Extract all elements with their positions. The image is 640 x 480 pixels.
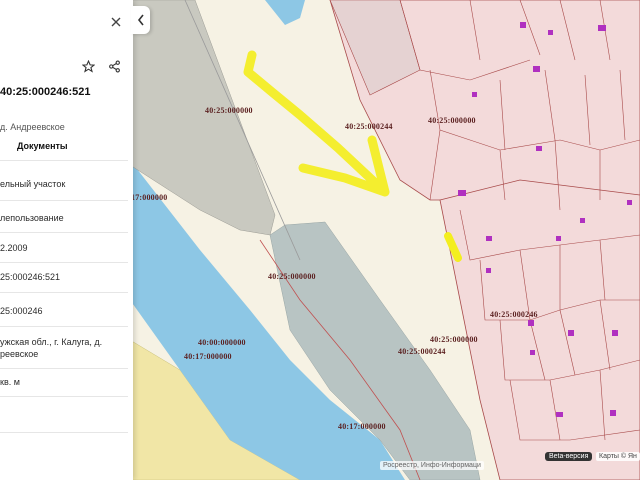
divider: [0, 432, 128, 433]
cad-label: 40:25:000000: [430, 335, 478, 344]
value-date: 2.2009: [0, 243, 28, 253]
value-usage: лепользование: [0, 213, 64, 223]
cad-label: 40:25:000000: [205, 106, 253, 115]
value-quarter: 25:000246: [0, 306, 43, 316]
divider: [0, 160, 128, 161]
star-icon[interactable]: [80, 58, 96, 74]
value-cad-number: 25:000246:521: [0, 272, 61, 282]
divider: [0, 292, 128, 293]
value-area: кв. м: [0, 377, 20, 387]
divider: [0, 326, 128, 327]
info-panel: 40:25:000246:521 д. Андреевское Документ…: [0, 0, 133, 480]
divider: [0, 232, 128, 233]
maps-copyright[interactable]: Карты © Ян: [596, 452, 640, 461]
cad-label: 40:25:000000: [268, 272, 316, 281]
share-icon[interactable]: [106, 58, 122, 74]
map-attribution: Росреестр, Инфо-Информаци: [380, 461, 484, 470]
close-icon[interactable]: [108, 14, 124, 30]
beta-badge: Beta-версия: [545, 452, 593, 461]
cad-label: 40:17:000000: [184, 352, 232, 361]
tab-documents[interactable]: Документы: [17, 141, 68, 151]
cad-label: 40:00:000000: [198, 338, 246, 347]
value-address-line1: ужская обл., г. Калуга, д.: [0, 337, 103, 347]
address-short: д. Андреевское: [0, 122, 65, 132]
divider: [0, 262, 128, 263]
cad-label: 17:000000: [131, 193, 168, 202]
cad-label: 40:25:000000: [428, 116, 476, 125]
cadastral-number: 40:25:000246:521: [0, 86, 91, 98]
cad-label: 40:25:000246: [490, 310, 538, 319]
divider: [0, 200, 128, 201]
cad-label: 40:25:000244: [398, 347, 446, 356]
collapse-panel-button[interactable]: [131, 6, 150, 34]
value-category: ельный участок: [0, 179, 66, 189]
divider: [0, 396, 128, 397]
chevron-left-icon: [137, 14, 144, 26]
cad-label: 40:25:000244: [345, 122, 393, 131]
cad-label: 40:17:000000: [338, 422, 386, 431]
value-address-line2: реевское: [0, 349, 39, 359]
divider: [0, 368, 128, 369]
